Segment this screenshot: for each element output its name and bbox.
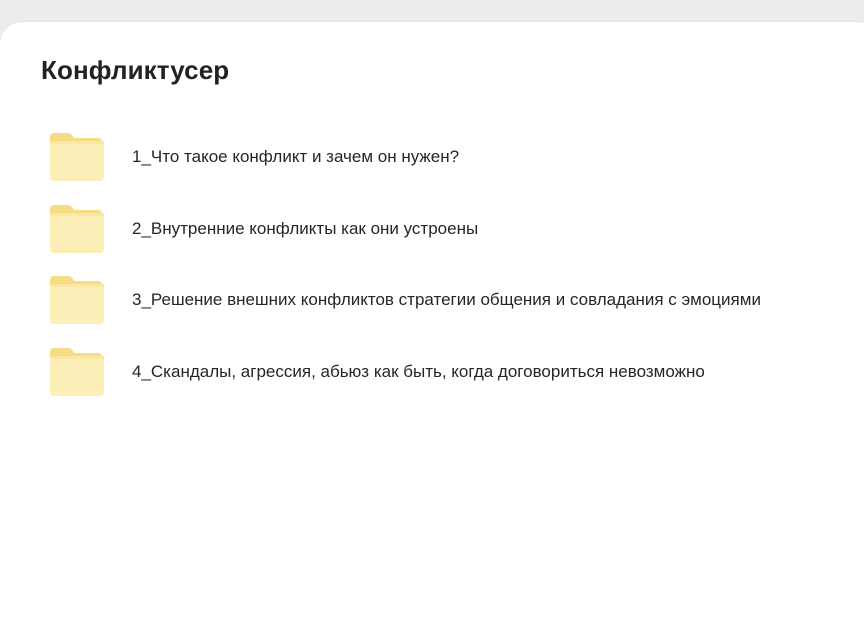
folder-item[interactable]: 1_Что такое конфликт и зачем он нужен? <box>0 125 864 197</box>
folder-list: 1_Что такое конфликт и зачем он нужен? 2… <box>0 125 864 411</box>
folder-icon <box>48 131 104 183</box>
folder-item-label: 3_Решение внешних конфликтов стратегии о… <box>132 290 761 309</box>
folder-item[interactable]: 4_Скандалы, агрессия, абьюз как быть, ко… <box>0 340 864 412</box>
folder-item[interactable]: 3_Решение внешних конфликтов стратегии о… <box>0 268 864 340</box>
folder-item-label: 2_Внутренние конфликты как они устроены <box>132 218 479 238</box>
folder-title: Конфликтусер <box>41 55 230 85</box>
folder-icon <box>48 346 104 398</box>
folder-item[interactable]: 2_Внутренние конфликты как они устроены <box>0 197 864 269</box>
folder-icon <box>48 274 104 326</box>
folder-item-label: 4_Скандалы, агрессия, абьюз как быть, ко… <box>132 361 705 381</box>
folder-item-label: 1_Что такое конфликт и зачем он нужен? <box>132 147 460 166</box>
folder-icon <box>48 203 104 255</box>
